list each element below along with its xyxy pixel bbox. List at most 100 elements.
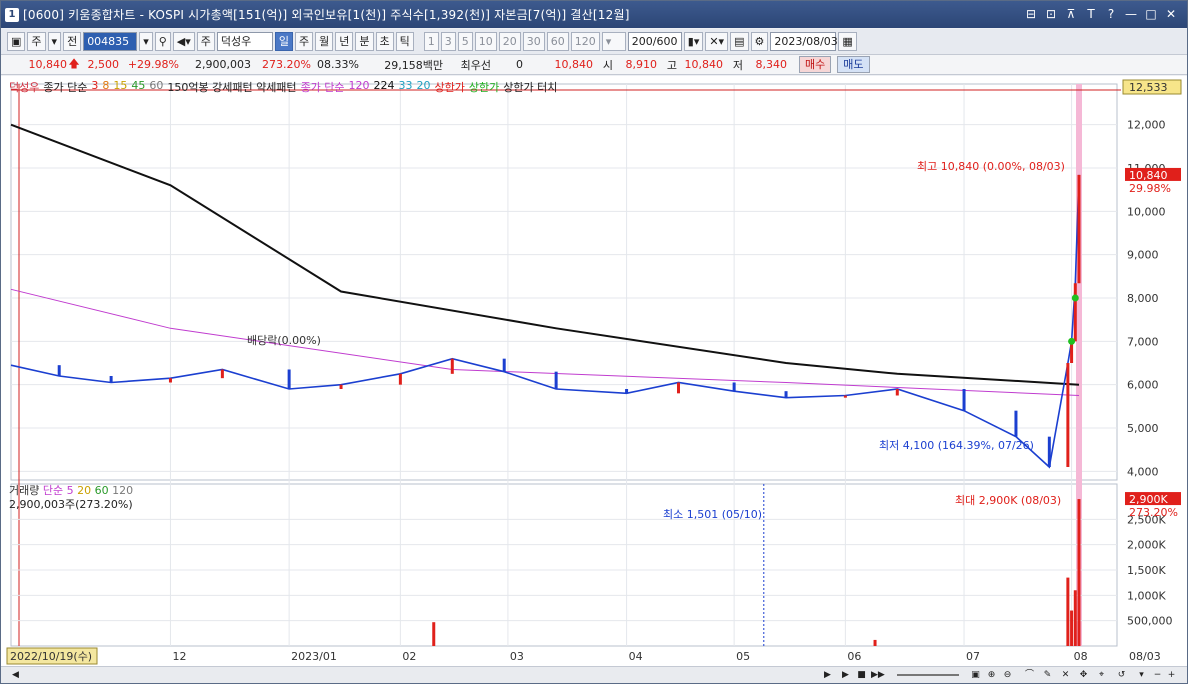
collapse-icon[interactable]: ▾ bbox=[1135, 669, 1148, 682]
minute-20[interactable]: 20 bbox=[498, 32, 521, 51]
current-price: 10,840 bbox=[28, 58, 68, 71]
toolbar: ▣ 주 ▾ 전 004835 ▾ ⚲ ◀▾ 주 덕성우 일 주 월 년 분 초 … bbox=[1, 29, 1187, 55]
fast-forward-icon[interactable]: ▶▶ bbox=[871, 669, 885, 682]
buy-button[interactable]: 매수 bbox=[799, 56, 832, 73]
legend-ma-label: 종가 단순 bbox=[43, 81, 88, 94]
legend-limit-touch: 상한가 터치 bbox=[503, 81, 558, 94]
minimize-icon[interactable]: — bbox=[1123, 6, 1139, 22]
layout-icon[interactable]: ⊟ bbox=[1023, 6, 1039, 22]
gear-icon[interactable]: ⚙ bbox=[750, 32, 769, 51]
tab-day[interactable]: 일 bbox=[274, 32, 294, 51]
tab-tick[interactable]: 틱 bbox=[395, 32, 414, 51]
pin-icon[interactable]: ⊼ bbox=[1063, 6, 1079, 22]
line-tool-icon[interactable]: ⌒ bbox=[1023, 669, 1036, 682]
change-percent: +29.98% bbox=[127, 58, 179, 71]
legend-limit-up: 상한가 bbox=[434, 81, 465, 94]
volume-ma5: 5 bbox=[66, 484, 74, 497]
split-icon[interactable]: ⊡ bbox=[1043, 6, 1059, 22]
tab-month[interactable]: 월 bbox=[315, 32, 334, 51]
date-field[interactable]: 2023/08/03 bbox=[770, 32, 838, 51]
price-tick-label: 9,000 bbox=[1127, 249, 1159, 262]
zoom-slider[interactable] bbox=[897, 674, 959, 676]
price-tick-label: 8,000 bbox=[1127, 292, 1159, 305]
delete-tool-icon[interactable]: ✕ bbox=[1059, 669, 1072, 682]
chart-area[interactable]: 12,00011,00010,0009,0008,0007,0006,0005,… bbox=[1, 76, 1187, 666]
minus-icon[interactable]: − bbox=[1151, 669, 1164, 682]
tab-year[interactable]: 년 bbox=[335, 32, 354, 51]
volume-ma60: 60 bbox=[94, 484, 109, 497]
window-number: 1 bbox=[5, 7, 19, 22]
prev-select[interactable]: 전 bbox=[63, 32, 82, 51]
tab-week[interactable]: 주 bbox=[295, 32, 314, 51]
price-line bbox=[10, 174, 1080, 469]
minute-10[interactable]: 10 bbox=[474, 32, 497, 51]
count-field[interactable]: 200/600 bbox=[627, 32, 682, 51]
price-tick-label: 12,000 bbox=[1127, 119, 1166, 132]
zoom-in-icon[interactable]: ⊕ bbox=[985, 669, 998, 682]
tab-second[interactable]: 초 bbox=[375, 32, 394, 51]
amount-value: 29,158백만 bbox=[384, 58, 443, 72]
crosshair-icon[interactable]: ✕▾ bbox=[705, 32, 729, 51]
stock-name-field[interactable]: 덕성우 bbox=[216, 32, 273, 51]
high-value: 10,840 bbox=[684, 58, 724, 71]
font-icon[interactable]: T bbox=[1083, 6, 1099, 22]
panel-icon[interactable]: ▣ bbox=[969, 669, 982, 682]
change-value: 2,500 bbox=[87, 58, 120, 71]
volume-legend: 거래량 단순 5 20 60 120 2,900,003주(273.20%) bbox=[9, 484, 133, 512]
volume-min-annotation: 최소 1,501 (05/10) bbox=[663, 508, 763, 521]
volume-bar bbox=[432, 622, 436, 646]
scroll-bar[interactable]: ◀ ▶ ▶ ■ ▶▶ ▣ ⊕ ⊖ ⌒ ✎ ✕ ✥ ⌖ ↺ ▾ − + bbox=[1, 666, 1187, 683]
legend-ma2-label: 종가 단순 bbox=[300, 81, 345, 94]
zoom-out-icon[interactable]: ⊖ bbox=[1001, 669, 1014, 682]
period-select[interactable]: 주 bbox=[27, 32, 46, 51]
price-tick-label: 4,000 bbox=[1127, 465, 1159, 478]
stock-prefix: 주 bbox=[196, 32, 215, 51]
play-icon[interactable]: ▶ bbox=[839, 669, 852, 682]
high-label: 고 bbox=[666, 58, 677, 72]
minute-60[interactable]: 60 bbox=[546, 32, 569, 51]
open-value: 8,910 bbox=[625, 58, 658, 71]
code-input[interactable]: 004835 bbox=[83, 32, 138, 51]
minute-30[interactable]: 30 bbox=[522, 32, 545, 51]
volume-tick-label: 500,000 bbox=[1127, 615, 1173, 628]
legend-ma15: 15 bbox=[113, 79, 128, 92]
help-icon[interactable]: ? bbox=[1103, 6, 1119, 22]
close-icon[interactable]: ✕ bbox=[1163, 6, 1179, 22]
legend-ma20: 20 bbox=[416, 79, 431, 92]
plus-icon[interactable]: + bbox=[1165, 669, 1178, 682]
minute-5[interactable]: 5 bbox=[457, 32, 473, 51]
legend-ma8: 8 bbox=[102, 79, 110, 92]
volume-bar bbox=[1073, 590, 1077, 646]
minute-120[interactable]: 120 bbox=[570, 32, 600, 51]
x-tick-label: 12 bbox=[172, 650, 186, 663]
draw-tool-icon[interactable]: ✎ bbox=[1041, 669, 1054, 682]
scroll-right-icon[interactable]: ▶ bbox=[821, 669, 834, 682]
top-price-label: 12,533 bbox=[1129, 81, 1168, 94]
reset-icon[interactable]: ↺ bbox=[1115, 669, 1128, 682]
stop-icon[interactable]: ■ bbox=[855, 669, 868, 682]
custom-interval-select[interactable]: ▾ bbox=[601, 32, 626, 51]
volume-current-pct: 273.20% bbox=[1129, 506, 1178, 519]
scroll-left-icon[interactable]: ◀ bbox=[9, 669, 22, 682]
low-annotation: 최저 4,100 (164.39%, 07/26) bbox=[879, 439, 1034, 452]
tab-minute[interactable]: 분 bbox=[355, 32, 374, 51]
legend-ma3: 3 bbox=[91, 79, 99, 92]
volume-panel bbox=[10, 483, 1118, 647]
sell-button[interactable]: 매도 bbox=[837, 56, 870, 73]
period-dropdown-icon[interactable]: ▾ bbox=[47, 32, 62, 51]
save-icon[interactable]: ▤ bbox=[730, 32, 749, 51]
legend-ma224: 224 bbox=[373, 79, 395, 92]
minute-1[interactable]: 1 bbox=[423, 32, 439, 51]
search-icon[interactable]: ⚲ bbox=[154, 32, 171, 51]
code-dropdown-icon[interactable]: ▾ bbox=[139, 32, 153, 51]
ruler-icon[interactable]: ⌖ bbox=[1095, 669, 1108, 682]
sound-icon[interactable]: ◀▾ bbox=[172, 32, 195, 51]
calendar-icon[interactable]: ▦ bbox=[838, 32, 857, 51]
title-bar: 1 [0600] 키움종합차트 - KOSPI 시가총액[151(억)] 외국인… bbox=[1, 1, 1187, 28]
volume-tick-label: 2,000K bbox=[1127, 539, 1166, 552]
maximize-icon[interactable]: □ bbox=[1143, 6, 1159, 22]
cross-tool-icon[interactable]: ✥ bbox=[1077, 669, 1090, 682]
candle-icon[interactable]: ▮▾ bbox=[683, 32, 704, 51]
chart-settings-icon[interactable]: ▣ bbox=[7, 32, 26, 51]
minute-3[interactable]: 3 bbox=[440, 32, 456, 51]
